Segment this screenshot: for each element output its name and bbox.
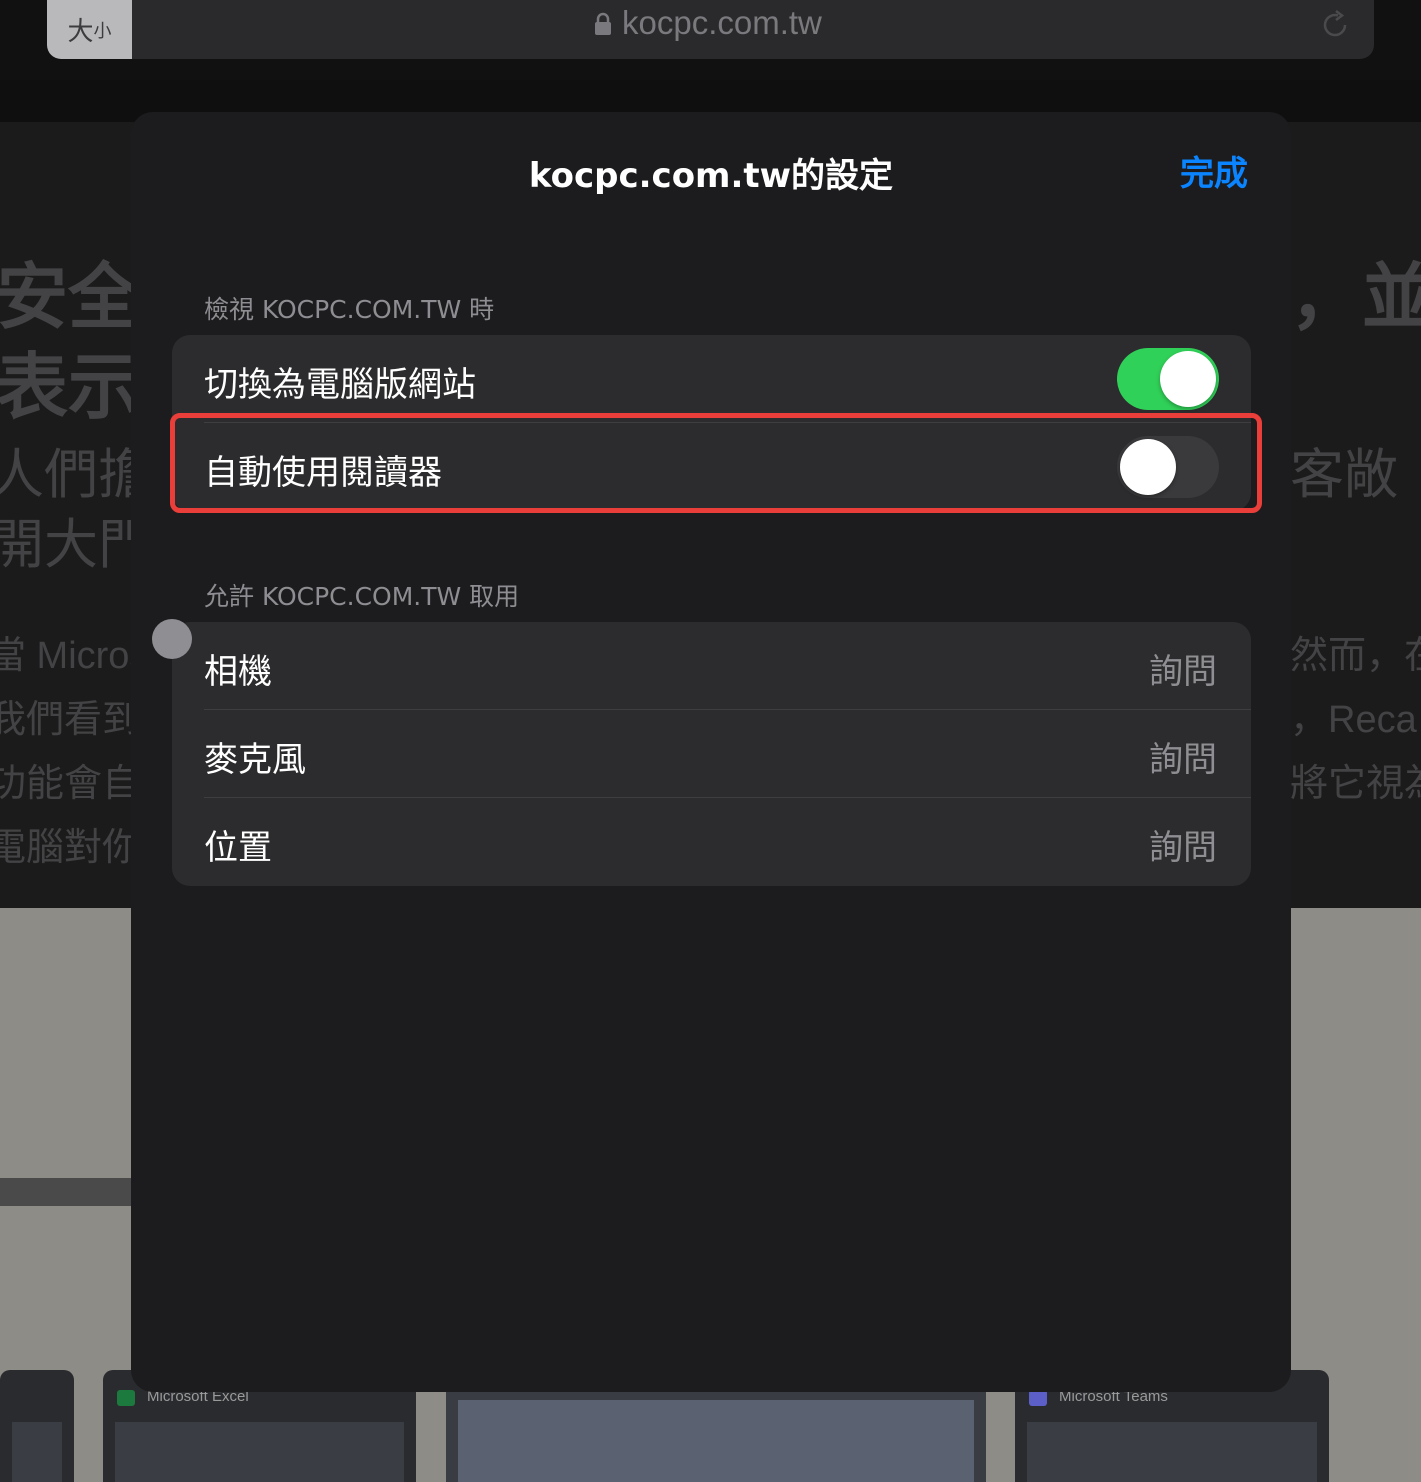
- touch-indicator: [152, 619, 192, 659]
- bg-body-line: 我們看到: [0, 699, 141, 741]
- view-section-header: 檢視 KOCPC.COM.TW 時: [204, 295, 495, 324]
- bg-subheading-line: 人們擔: [0, 445, 152, 505]
- lock-icon: [595, 12, 611, 35]
- browser-toolbar: 大小 kocpc.com.tw: [0, 0, 1421, 80]
- thumbnail-screen: [115, 1422, 404, 1482]
- bg-heading-right: ，並: [1290, 258, 1421, 338]
- url-text: kocpc.com.tw: [622, 4, 822, 41]
- address-bar[interactable]: kocpc.com.tw: [132, 0, 1374, 59]
- camera-permission-row[interactable]: 相機 詢問: [172, 622, 1251, 710]
- excel-icon: [117, 1390, 135, 1406]
- done-button[interactable]: 完成: [1180, 146, 1248, 195]
- microphone-permission-row[interactable]: 麥克風 詢問: [172, 710, 1251, 798]
- teams-icon: [1029, 1390, 1047, 1406]
- request-desktop-site-label: 切換為電腦版網站: [204, 365, 476, 405]
- bg-subheading-right: 客敞: [1290, 445, 1398, 505]
- location-label: 位置: [204, 828, 272, 868]
- permissions-group: 相機 詢問 麥克風 詢問 位置 詢問: [172, 622, 1251, 886]
- bg-body-line: 當 Micros: [0, 635, 149, 677]
- highlight-box: [170, 413, 1262, 513]
- photo-shelf: [0, 1178, 131, 1206]
- bg-subheading-line: 開大門: [0, 515, 152, 575]
- microphone-value: 詢問: [1149, 740, 1217, 780]
- text-size-label-small: 小: [93, 20, 112, 42]
- toggle-knob: [1160, 351, 1216, 407]
- request-desktop-site-row[interactable]: 切換為電腦版網站: [172, 335, 1251, 423]
- location-value: 詢問: [1149, 828, 1217, 868]
- bg-body-right: 然而，在: [1290, 635, 1421, 677]
- text-size-button[interactable]: 大小: [47, 0, 132, 59]
- thumbnail-screen: [458, 1400, 974, 1482]
- site-settings-sheet: kocpc.com.tw的設定 完成 檢視 KOCPC.COM.TW 時 切換為…: [131, 112, 1291, 1392]
- microphone-label: 麥克風: [204, 740, 306, 780]
- thumbnail-screen: [1027, 1422, 1317, 1482]
- bg-body-right: ，Reca: [1290, 699, 1417, 741]
- request-desktop-site-toggle[interactable]: [1117, 348, 1219, 410]
- camera-value: 詢問: [1149, 652, 1217, 692]
- location-permission-row[interactable]: 位置 詢問: [172, 798, 1251, 886]
- bg-body-line: 功能會自: [0, 763, 141, 805]
- sheet-title: kocpc.com.tw的設定: [528, 156, 894, 196]
- bg-heading-line: 表示: [0, 348, 141, 428]
- text-size-label: 大: [67, 17, 94, 47]
- bg-body-line: 電腦對你: [0, 827, 141, 869]
- thumbnail-screen: [12, 1422, 62, 1482]
- app-thumbnail: [0, 1370, 74, 1482]
- camera-label: 相機: [204, 652, 272, 692]
- bg-body-right: 將它視為: [1290, 763, 1421, 805]
- reload-icon[interactable]: [1318, 8, 1352, 42]
- access-section-header: 允許 KOCPC.COM.TW 取用: [204, 582, 520, 611]
